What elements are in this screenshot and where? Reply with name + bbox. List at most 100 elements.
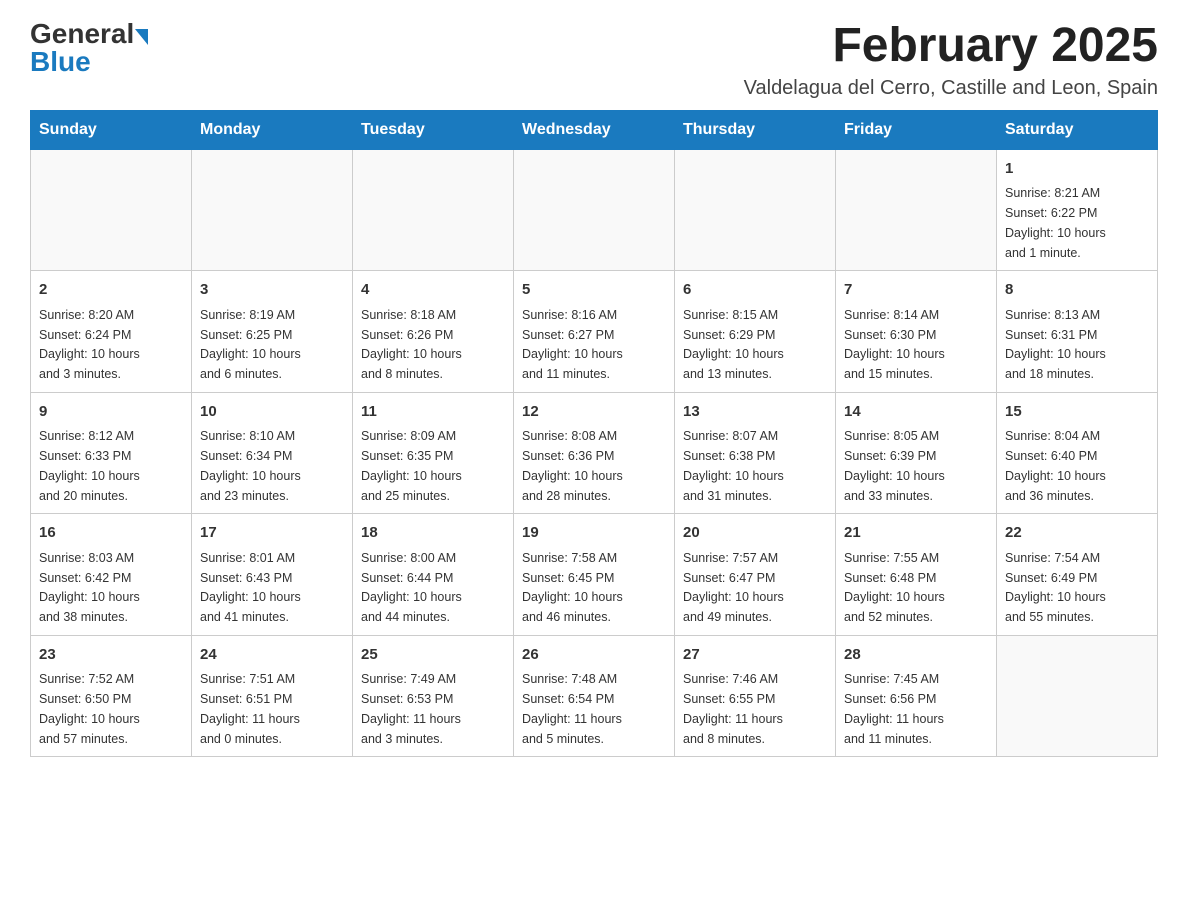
- calendar-week-1: 2 Sunrise: 8:20 AM Sunset: 6:24 PM Daylig…: [31, 271, 1158, 393]
- header-thursday: Thursday: [675, 110, 836, 149]
- month-title: February 2025: [744, 20, 1158, 73]
- calendar-cell: 7 Sunrise: 8:14 AM Sunset: 6:30 PM Daylig…: [836, 271, 997, 393]
- calendar-cell: 2 Sunrise: 8:20 AM Sunset: 6:24 PM Daylig…: [31, 271, 192, 393]
- day-info: Sunrise: 8:15 AM Sunset: 6:29 PM Dayligh…: [683, 308, 784, 381]
- day-number: 26: [522, 644, 666, 667]
- calendar-cell: [675, 149, 836, 271]
- calendar-cell: 8 Sunrise: 8:13 AM Sunset: 6:31 PM Daylig…: [997, 271, 1158, 393]
- logo-blue-text: Blue: [30, 48, 91, 76]
- day-number: 28: [844, 644, 988, 667]
- day-info: Sunrise: 7:57 AM Sunset: 6:47 PM Dayligh…: [683, 551, 784, 624]
- calendar-cell: 24 Sunrise: 7:51 AM Sunset: 6:51 PM Dayli…: [192, 635, 353, 757]
- calendar-cell: 6 Sunrise: 8:15 AM Sunset: 6:29 PM Daylig…: [675, 271, 836, 393]
- calendar-cell: 22Sunrise: 7:54 AM Sunset: 6:49 PM Dayli…: [997, 514, 1158, 636]
- day-number: 8: [1005, 279, 1149, 302]
- calendar-cell: 28 Sunrise: 7:45 AM Sunset: 6:56 PM Dayli…: [836, 635, 997, 757]
- calendar-cell: [514, 149, 675, 271]
- day-number: 23: [39, 644, 183, 667]
- header-sunday: Sunday: [31, 110, 192, 149]
- day-number: 20: [683, 522, 827, 545]
- day-number: 6: [683, 279, 827, 302]
- day-number: 7: [844, 279, 988, 302]
- day-number: 12: [522, 401, 666, 424]
- calendar-week-2: 9 Sunrise: 8:12 AM Sunset: 6:33 PM Daylig…: [31, 392, 1158, 514]
- day-number: 5: [522, 279, 666, 302]
- day-info: Sunrise: 8:20 AM Sunset: 6:24 PM Dayligh…: [39, 308, 140, 381]
- calendar-cell: 5Sunrise: 8:16 AM Sunset: 6:27 PM Daylig…: [514, 271, 675, 393]
- day-info: Sunrise: 8:19 AM Sunset: 6:25 PM Dayligh…: [200, 308, 301, 381]
- calendar-cell: 26 Sunrise: 7:48 AM Sunset: 6:54 PM Dayli…: [514, 635, 675, 757]
- day-info: Sunrise: 8:09 AM Sunset: 6:35 PM Dayligh…: [361, 429, 462, 502]
- calendar-cell: 21 Sunrise: 7:55 AM Sunset: 6:48 PM Dayli…: [836, 514, 997, 636]
- day-info: Sunrise: 8:12 AM Sunset: 6:33 PM Dayligh…: [39, 429, 140, 502]
- calendar-cell: [192, 149, 353, 271]
- day-number: 25: [361, 644, 505, 667]
- calendar-cell: 12 Sunrise: 8:08 AM Sunset: 6:36 PM Dayli…: [514, 392, 675, 514]
- day-number: 17: [200, 522, 344, 545]
- day-number: 22: [1005, 522, 1149, 545]
- calendar-cell: 4 Sunrise: 8:18 AM Sunset: 6:26 PM Daylig…: [353, 271, 514, 393]
- day-number: 11: [361, 401, 505, 424]
- calendar-cell: [353, 149, 514, 271]
- calendar-cell: 25Sunrise: 7:49 AM Sunset: 6:53 PM Dayli…: [353, 635, 514, 757]
- calendar-cell: 11 Sunrise: 8:09 AM Sunset: 6:35 PM Dayli…: [353, 392, 514, 514]
- day-number: 2: [39, 279, 183, 302]
- day-number: 27: [683, 644, 827, 667]
- header-row: Sunday Monday Tuesday Wednesday Thursday…: [31, 110, 1158, 149]
- day-number: 16: [39, 522, 183, 545]
- day-info: Sunrise: 8:21 AM Sunset: 6:22 PM Dayligh…: [1005, 186, 1106, 259]
- day-info: Sunrise: 8:18 AM Sunset: 6:26 PM Dayligh…: [361, 308, 462, 381]
- day-info: Sunrise: 8:10 AM Sunset: 6:34 PM Dayligh…: [200, 429, 301, 502]
- day-info: Sunrise: 7:52 AM Sunset: 6:50 PM Dayligh…: [39, 672, 140, 745]
- calendar-cell: 14Sunrise: 8:05 AM Sunset: 6:39 PM Dayli…: [836, 392, 997, 514]
- header-tuesday: Tuesday: [353, 110, 514, 149]
- day-info: Sunrise: 7:48 AM Sunset: 6:54 PM Dayligh…: [522, 672, 622, 745]
- day-info: Sunrise: 7:58 AM Sunset: 6:45 PM Dayligh…: [522, 551, 623, 624]
- location-subtitle: Valdelagua del Cerro, Castille and Leon,…: [744, 77, 1158, 100]
- calendar-cell: 20 Sunrise: 7:57 AM Sunset: 6:47 PM Dayli…: [675, 514, 836, 636]
- calendar-table: Sunday Monday Tuesday Wednesday Thursday…: [30, 110, 1158, 758]
- calendar-week-3: 16Sunrise: 8:03 AM Sunset: 6:42 PM Dayli…: [31, 514, 1158, 636]
- calendar-cell: 19 Sunrise: 7:58 AM Sunset: 6:45 PM Dayli…: [514, 514, 675, 636]
- day-info: Sunrise: 7:51 AM Sunset: 6:51 PM Dayligh…: [200, 672, 300, 745]
- calendar-cell: [836, 149, 997, 271]
- calendar-cell: 17Sunrise: 8:01 AM Sunset: 6:43 PM Dayli…: [192, 514, 353, 636]
- day-number: 21: [844, 522, 988, 545]
- calendar-cell: [31, 149, 192, 271]
- calendar-cell: 10Sunrise: 8:10 AM Sunset: 6:34 PM Dayli…: [192, 392, 353, 514]
- day-info: Sunrise: 7:45 AM Sunset: 6:56 PM Dayligh…: [844, 672, 944, 745]
- header-friday: Friday: [836, 110, 997, 149]
- calendar-cell: 23 Sunrise: 7:52 AM Sunset: 6:50 PM Dayli…: [31, 635, 192, 757]
- day-number: 15: [1005, 401, 1149, 424]
- day-info: Sunrise: 8:14 AM Sunset: 6:30 PM Dayligh…: [844, 308, 945, 381]
- calendar-cell: 27 Sunrise: 7:46 AM Sunset: 6:55 PM Dayli…: [675, 635, 836, 757]
- calendar-cell: 15Sunrise: 8:04 AM Sunset: 6:40 PM Dayli…: [997, 392, 1158, 514]
- title-area: February 2025 Valdelagua del Cerro, Cast…: [744, 20, 1158, 100]
- day-number: 24: [200, 644, 344, 667]
- day-number: 3: [200, 279, 344, 302]
- calendar-week-0: 1 Sunrise: 8:21 AM Sunset: 6:22 PM Daylig…: [31, 149, 1158, 271]
- calendar-cell: 1 Sunrise: 8:21 AM Sunset: 6:22 PM Daylig…: [997, 149, 1158, 271]
- calendar-cell: [997, 635, 1158, 757]
- calendar-cell: 3 Sunrise: 8:19 AM Sunset: 6:25 PM Daylig…: [192, 271, 353, 393]
- calendar-cell: 13Sunrise: 8:07 AM Sunset: 6:38 PM Dayli…: [675, 392, 836, 514]
- logo-triangle-icon: [135, 29, 148, 45]
- day-info: Sunrise: 8:08 AM Sunset: 6:36 PM Dayligh…: [522, 429, 623, 502]
- day-info: Sunrise: 7:55 AM Sunset: 6:48 PM Dayligh…: [844, 551, 945, 624]
- header-monday: Monday: [192, 110, 353, 149]
- day-info: Sunrise: 8:07 AM Sunset: 6:38 PM Dayligh…: [683, 429, 784, 502]
- day-number: 4: [361, 279, 505, 302]
- header-wednesday: Wednesday: [514, 110, 675, 149]
- calendar-week-4: 23 Sunrise: 7:52 AM Sunset: 6:50 PM Dayli…: [31, 635, 1158, 757]
- calendar-body: 1 Sunrise: 8:21 AM Sunset: 6:22 PM Daylig…: [31, 149, 1158, 757]
- calendar-cell: 16Sunrise: 8:03 AM Sunset: 6:42 PM Dayli…: [31, 514, 192, 636]
- day-info: Sunrise: 8:00 AM Sunset: 6:44 PM Dayligh…: [361, 551, 462, 624]
- day-number: 9: [39, 401, 183, 424]
- page-header: General Blue February 2025 Valdelagua de…: [30, 20, 1158, 100]
- day-info: Sunrise: 8:13 AM Sunset: 6:31 PM Dayligh…: [1005, 308, 1106, 381]
- calendar-cell: 9 Sunrise: 8:12 AM Sunset: 6:33 PM Daylig…: [31, 392, 192, 514]
- day-number: 1: [1005, 158, 1149, 181]
- day-number: 19: [522, 522, 666, 545]
- day-info: Sunrise: 7:46 AM Sunset: 6:55 PM Dayligh…: [683, 672, 783, 745]
- day-number: 14: [844, 401, 988, 424]
